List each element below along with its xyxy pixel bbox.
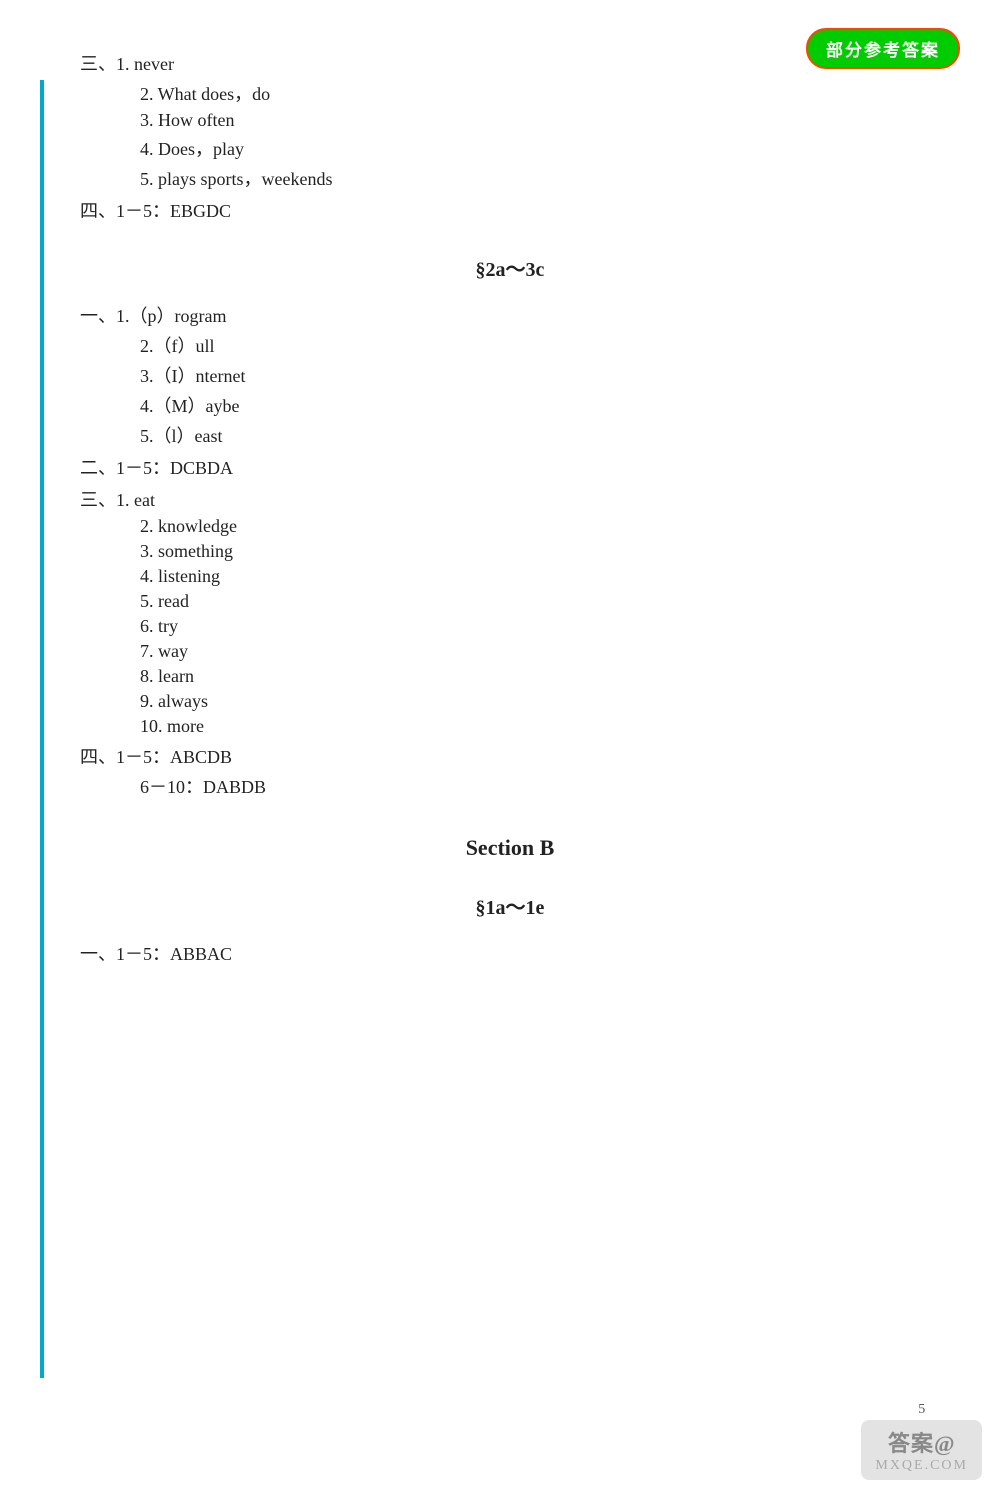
item-san1-3: 3. How often [140, 110, 940, 131]
item-yi2-5: 5.（l）east [140, 422, 940, 448]
group-yi2: 一、1.（p）rogram 2.（f）ull 3.（I）nternet 4.（M… [80, 302, 940, 448]
item-san2-2: 2. knowledge [140, 516, 940, 537]
item-san1-5: 5. plays sports，weekends [140, 165, 940, 191]
badge: 部分参考答案 [806, 28, 960, 69]
watermark-number: 5 [918, 1402, 925, 1418]
item-yi2-4: 4.（M）aybe [140, 392, 940, 418]
group-san2-title: 三、1. eat [80, 486, 940, 512]
item-san1-4: 4. Does，play [140, 135, 940, 161]
group-yi3: 一、1－5：ABBAC [80, 940, 940, 966]
section-2a3c-header: §2a～3c [80, 253, 940, 282]
item-yi2-2: 2.（f）ull [140, 332, 940, 358]
watermark-box: 答案@ MXQE.COM [861, 1420, 982, 1480]
item-yi2-3: 3.（I）nternet [140, 362, 940, 388]
group-si2-title: 四、1－5：ABCDB [80, 743, 940, 769]
section-b-header: Section B [80, 835, 940, 861]
content-area: 三、1. never 2. What does，do 3. How often … [80, 40, 940, 966]
item-san2-9: 9. always [140, 691, 940, 712]
group-si1: 四、1－5：EBGDC [80, 197, 940, 223]
group-san2: 三、1. eat 2. knowledge 3. something 4. li… [80, 486, 940, 737]
watermark-text2: MXQE.COM [875, 1458, 968, 1474]
item-san2-10: 10. more [140, 716, 940, 737]
group-san1: 三、1. never 2. What does，do 3. How often … [80, 50, 940, 191]
item-san2-3: 3. something [140, 541, 940, 562]
group-si2: 四、1－5：ABCDB 6－10：DABDB [80, 743, 940, 799]
watermark-text1: 答案@ [888, 1426, 955, 1458]
section-1a1e-header: §1a～1e [80, 891, 940, 920]
item-san2-7: 7. way [140, 641, 940, 662]
group-yi2-title: 一、1.（p）rogram [80, 302, 940, 328]
item-san1-2: 2. What does，do [140, 80, 940, 106]
item-san2-4: 4. listening [140, 566, 940, 587]
item-san2-5: 5. read [140, 591, 940, 612]
item-san2-8: 8. learn [140, 666, 940, 687]
item-si2-610: 6－10：DABDB [140, 773, 940, 799]
watermark: 5 答案@ MXQE.COM [861, 1402, 982, 1480]
group-yi3-title: 一、1－5：ABBAC [80, 940, 940, 966]
item-san2-6: 6. try [140, 616, 940, 637]
page: 部分参考答案 三、1. never 2. What does，do 3. How… [0, 0, 1000, 1498]
group-er2-title: 二、1－5：DCBDA [80, 454, 940, 480]
group-si1-title: 四、1－5：EBGDC [80, 197, 940, 223]
group-er2: 二、1－5：DCBDA [80, 454, 940, 480]
left-bar [40, 80, 44, 1378]
